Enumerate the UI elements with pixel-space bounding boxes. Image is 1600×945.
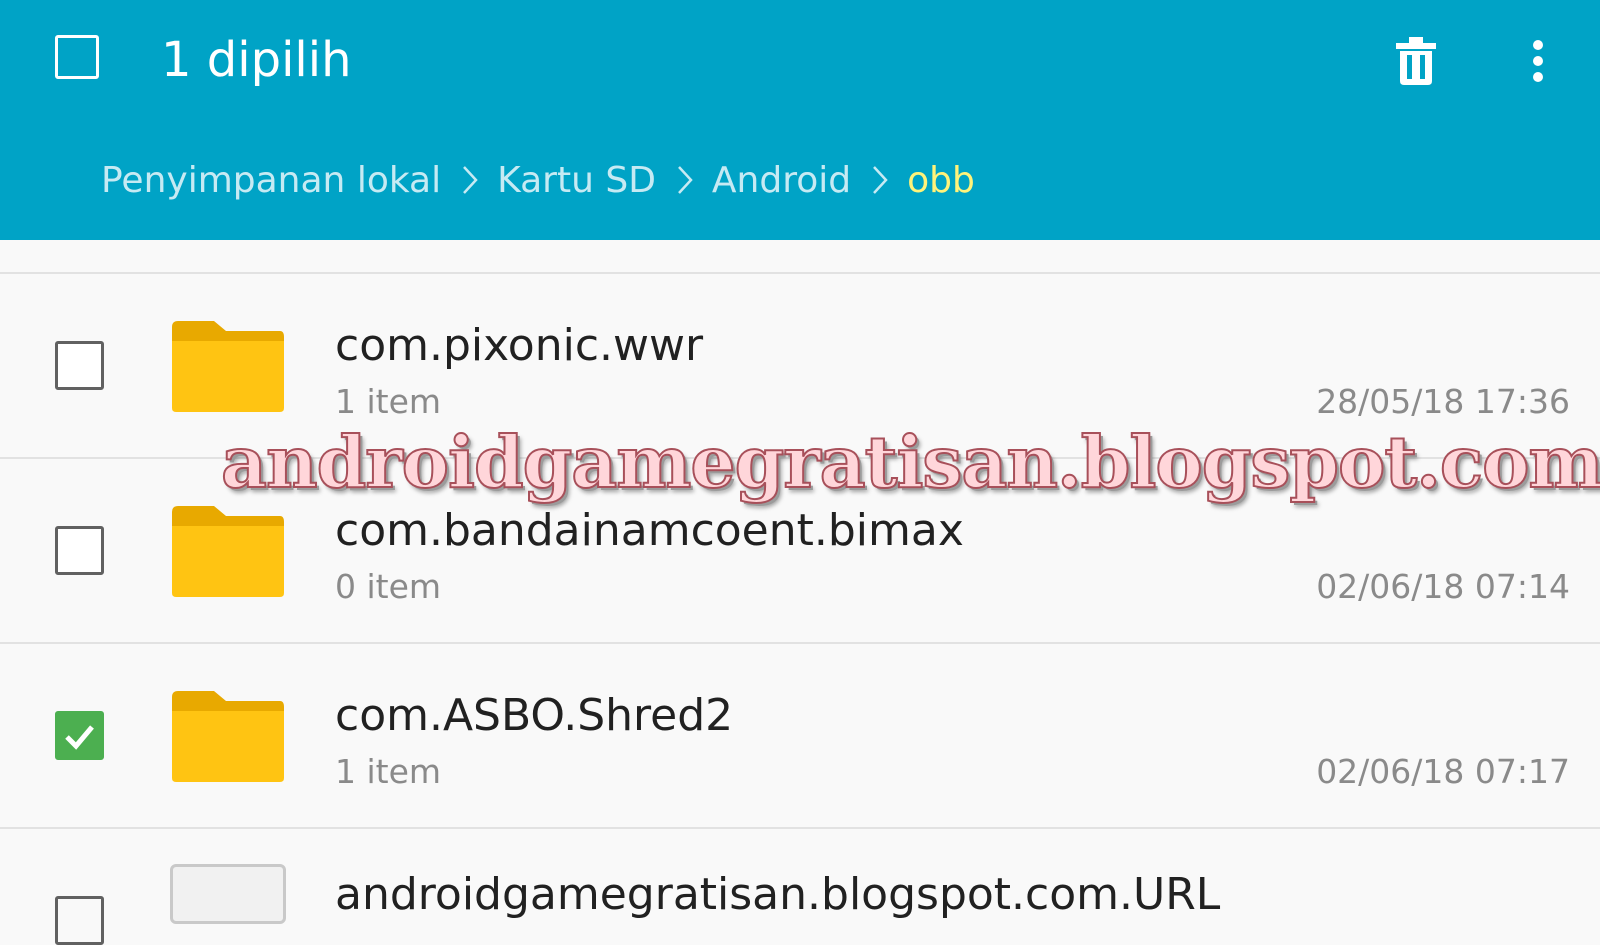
file-name: com.bandainamcoent.bimax <box>335 505 964 556</box>
trash-icon[interactable] <box>1394 37 1438 85</box>
breadcrumb-item-android[interactable]: Android <box>712 160 851 201</box>
file-icon <box>170 864 286 924</box>
row-checkbox[interactable] <box>55 896 104 945</box>
breadcrumb: Penyimpanan lokal Kartu SD Android obb <box>101 154 975 206</box>
chevron-right-icon <box>873 166 888 194</box>
chevron-right-icon <box>678 166 693 194</box>
list-item[interactable]: com.pixonic.wwr 1 item 28/05/18 17:36 <box>0 274 1600 457</box>
folder-icon <box>172 321 284 412</box>
list-divider <box>0 827 1600 829</box>
row-checkbox[interactable] <box>55 526 104 575</box>
row-checkbox-checked[interactable] <box>55 711 104 760</box>
folder-icon <box>172 691 284 782</box>
chevron-right-icon <box>463 166 478 194</box>
list-item[interactable]: com.bandainamcoent.bimax 0 item 02/06/18… <box>0 459 1600 642</box>
modified-date: 02/06/18 07:14 <box>1316 567 1570 606</box>
folder-icon <box>172 506 284 597</box>
item-count: 1 item <box>335 752 442 791</box>
breadcrumb-item-local-storage[interactable]: Penyimpanan lokal <box>101 160 441 201</box>
more-vertical-icon[interactable] <box>1526 38 1550 86</box>
item-count: 1 item <box>335 382 442 421</box>
list-item[interactable]: com.ASBO.Shred2 1 item 02/06/18 07:17 <box>0 644 1600 827</box>
modified-date: 28/05/18 17:36 <box>1316 382 1570 421</box>
modified-date: 02/06/18 07:17 <box>1316 752 1570 791</box>
file-name: com.ASBO.Shred2 <box>335 690 734 741</box>
breadcrumb-item-obb[interactable]: obb <box>907 160 975 201</box>
file-name: com.pixonic.wwr <box>335 320 704 371</box>
breadcrumb-item-sd-card[interactable]: Kartu SD <box>497 160 656 201</box>
file-name: androidgamegratisan.blogspot.com.URL <box>335 869 1221 920</box>
item-count: 0 item <box>335 567 442 606</box>
row-checkbox[interactable] <box>55 341 104 390</box>
app-bar: 1 dipilih Penyimpanan lokal Kartu SD And… <box>0 0 1600 240</box>
select-all-checkbox[interactable] <box>55 35 99 79</box>
checkmark-icon <box>65 725 94 750</box>
selection-count-title: 1 dipilih <box>161 32 352 88</box>
